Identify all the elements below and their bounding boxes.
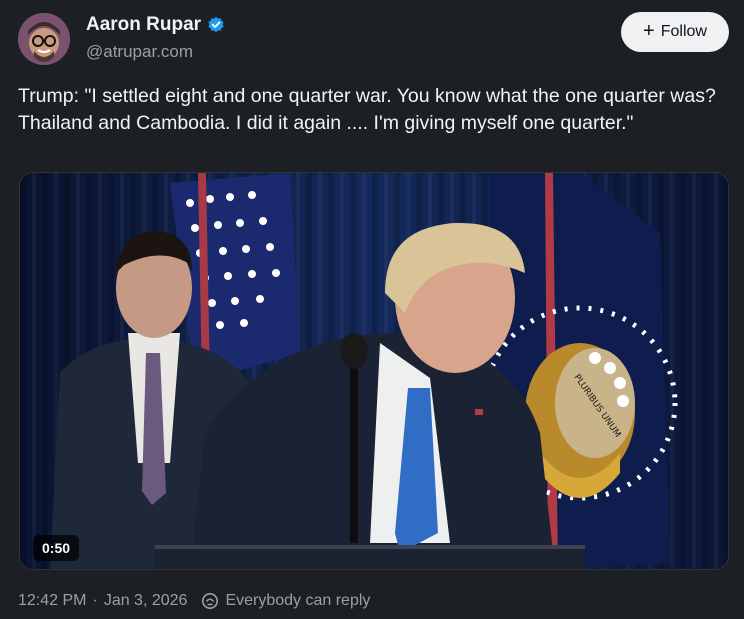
meta-separator: ·: [92, 592, 98, 609]
follow-button-label: Follow: [660, 23, 707, 40]
video-duration: 0:50: [33, 535, 80, 561]
avatar-photo: [18, 13, 70, 65]
verified-check-icon: [207, 16, 225, 34]
plus-icon: +: [643, 20, 655, 42]
video-frame: PLURIBUS UNUM: [20, 173, 728, 569]
author-handle[interactable]: @atrupar.com: [86, 42, 193, 62]
author-name-row: Aaron Rupar: [86, 14, 225, 36]
avatar[interactable]: [18, 13, 70, 65]
post-meta: 12:42 PM · Jan 3, 2026 Everybody can rep…: [18, 592, 370, 610]
post-date[interactable]: Jan 3, 2026: [104, 592, 188, 610]
post-time[interactable]: 12:42 PM: [18, 592, 86, 610]
video-player[interactable]: PLURIBUS UNUM 0:50: [19, 172, 729, 570]
reply-setting-icon: [201, 592, 219, 610]
author-display-name[interactable]: Aaron Rupar: [86, 14, 201, 36]
reply-setting-label: Everybody can reply: [225, 592, 371, 609]
post-text: Trump: "I settled eight and one quarter …: [18, 85, 721, 134]
follow-button[interactable]: + Follow: [621, 12, 729, 52]
